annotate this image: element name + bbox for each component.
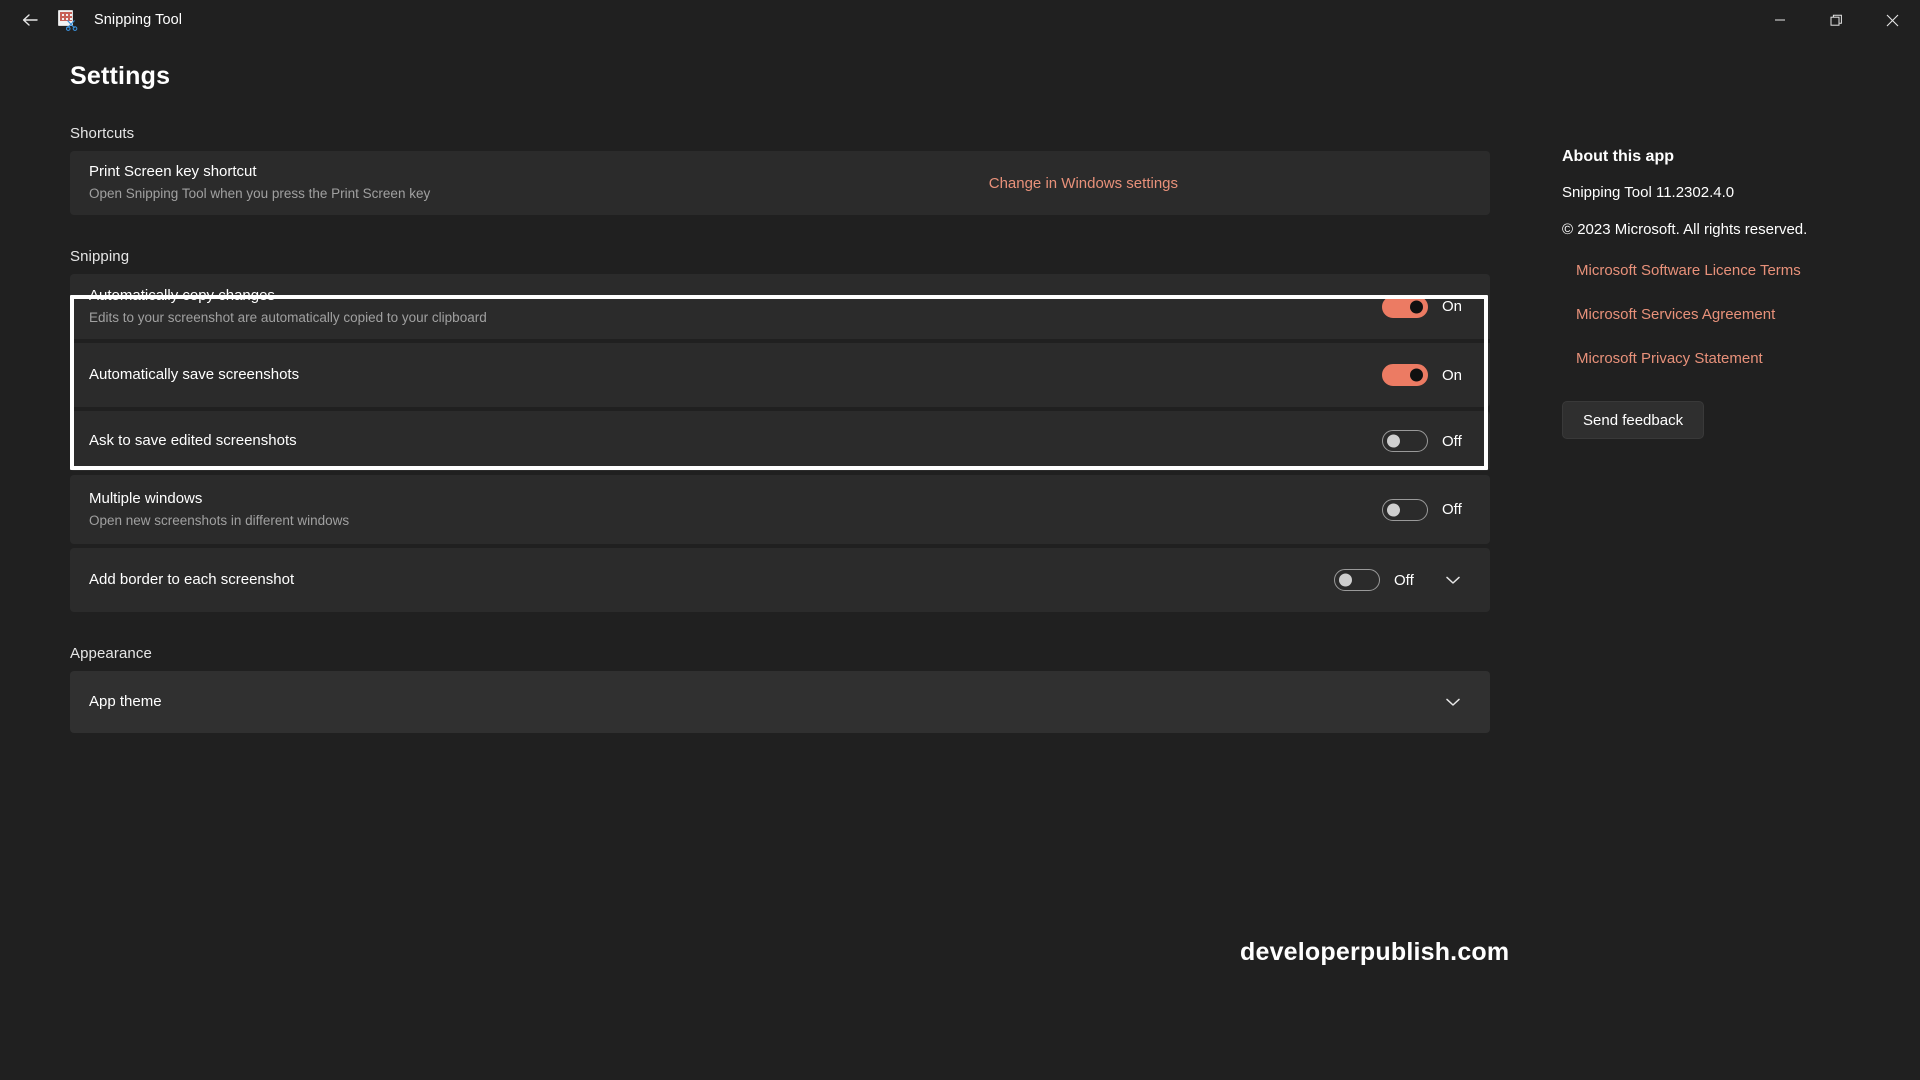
change-in-windows-settings-link[interactable]: Change in Windows settings (989, 175, 1178, 192)
toggle-knob (1339, 573, 1352, 587)
about-copyright: © 2023 Microsoft. All rights reserved. (1562, 221, 1808, 238)
toggle-state-label: On (1442, 366, 1463, 384)
send-feedback-button[interactable]: Send feedback (1562, 401, 1705, 439)
toggle-group: On (1382, 295, 1468, 318)
toggle-group: On (1382, 364, 1468, 386)
setting-row-add-border-to-each-screenshot[interactable]: Add border to each screenshot Off (70, 548, 1490, 612)
restore-icon (1830, 14, 1842, 26)
setting-group-highlighted: Automatically copy changes Edits to your… (70, 274, 1490, 407)
toggle-group: Off (1334, 569, 1420, 591)
toggle-ask-to-save-edited-screenshots[interactable] (1382, 430, 1428, 452)
setting-row-automatically-copy-changes[interactable]: Automatically copy changes Edits to your… (70, 274, 1490, 339)
title-bar: Snipping Tool (0, 0, 1920, 40)
scissors-glyph (66, 20, 78, 31)
row-title: Add border to each screenshot (89, 571, 295, 588)
settings-content: Shortcuts Print Screen key shortcut Open… (70, 125, 1490, 733)
toggle-knob (1387, 503, 1400, 516)
setting-row-print-screen-shortcut[interactable]: Print Screen key shortcut Open Snipping … (70, 151, 1490, 215)
row-texts: App theme (89, 692, 1420, 712)
toggle-automatically-save-screenshots[interactable] (1382, 364, 1428, 386)
close-icon (1886, 14, 1898, 26)
toggle-knob (1410, 300, 1423, 313)
watermark-text: developerpublish.com (1240, 938, 1510, 966)
toggle-multiple-windows[interactable] (1382, 498, 1428, 521)
setting-row-multiple-windows[interactable]: Multiple windows Open new screenshots in… (70, 475, 1490, 544)
section-label-shortcuts: Shortcuts (70, 125, 135, 142)
toggle-state-label: Off (1442, 501, 1462, 518)
toggle-knob (1387, 434, 1400, 448)
row-title: Print Screen key shortcut (89, 163, 257, 180)
chevron-down-icon (1446, 698, 1460, 706)
close-button[interactable] (1864, 0, 1920, 40)
row-texts: Add border to each screenshot (89, 570, 1334, 590)
window-controls (1752, 0, 1920, 40)
minimize-icon (1775, 19, 1785, 21)
row-subtitle: Edits to your screenshot are automatical… (89, 309, 487, 325)
row-texts: Ask to save edited screenshots (89, 431, 1382, 451)
row-title: Ask to save edited screenshots (89, 432, 297, 449)
row-title: Automatically save screenshots (89, 366, 300, 383)
toggle-group: Off (1382, 430, 1468, 452)
row-subtitle: Open Snipping Tool when you press the Pr… (89, 186, 431, 201)
setting-row-automatically-save-screenshots[interactable]: Automatically save screenshots On (70, 343, 1490, 407)
section-label-appearance: Appearance (70, 645, 152, 662)
about-panel: About this app Snipping Tool 11.2302.4.0… (1562, 148, 1892, 439)
expand-add-border-button[interactable] (1438, 565, 1468, 595)
toggle-automatically-copy-changes[interactable] (1382, 295, 1428, 318)
snipping-tool-settings-window: Snipping Tool Settings Shortcuts Print S… (0, 0, 1920, 1080)
section-label-snipping: Snipping (70, 248, 130, 265)
about-version: Snipping Tool 11.2302.4.0 (1562, 184, 1735, 201)
toggle-group: Off (1382, 498, 1468, 521)
row-texts: Automatically save screenshots (89, 365, 1382, 385)
link-microsoft-privacy-statement[interactable]: Microsoft Privacy Statement (1576, 350, 1892, 367)
row-texts: Automatically copy changes Edits to your… (89, 286, 1382, 328)
page-title: Settings (70, 62, 171, 90)
toggle-add-border[interactable] (1334, 569, 1380, 591)
row-title: App theme (89, 693, 162, 710)
link-microsoft-software-licence-terms[interactable]: Microsoft Software Licence Terms (1576, 262, 1892, 279)
about-heading: About this app (1562, 148, 1674, 165)
toggle-knob (1410, 368, 1423, 382)
window-title: Snipping Tool (94, 12, 183, 28)
chevron-down-icon (1446, 576, 1460, 584)
expand-app-theme-button[interactable] (1438, 687, 1468, 717)
arrow-left-icon (21, 12, 39, 28)
toggle-state-label: On (1442, 298, 1463, 315)
link-microsoft-services-agreement[interactable]: Microsoft Services Agreement (1576, 306, 1892, 323)
row-texts: Print Screen key shortcut Open Snipping … (89, 162, 989, 204)
toggle-state-label: Off (1394, 571, 1414, 589)
setting-row-ask-to-save-edited-screenshots[interactable]: Ask to save edited screenshots Off (70, 411, 1490, 471)
toggle-state-label: Off (1442, 432, 1462, 450)
row-title: Automatically copy changes (89, 286, 275, 304)
row-title: Multiple windows (89, 489, 203, 507)
back-button[interactable] (8, 3, 52, 37)
restore-button[interactable] (1808, 0, 1864, 40)
row-texts: Multiple windows Open new screenshots in… (89, 489, 1382, 531)
setting-row-app-theme[interactable]: App theme (70, 671, 1490, 733)
minimize-button[interactable] (1752, 0, 1808, 40)
row-subtitle: Open new screenshots in different window… (89, 512, 350, 528)
snipping-tool-icon (56, 9, 78, 31)
